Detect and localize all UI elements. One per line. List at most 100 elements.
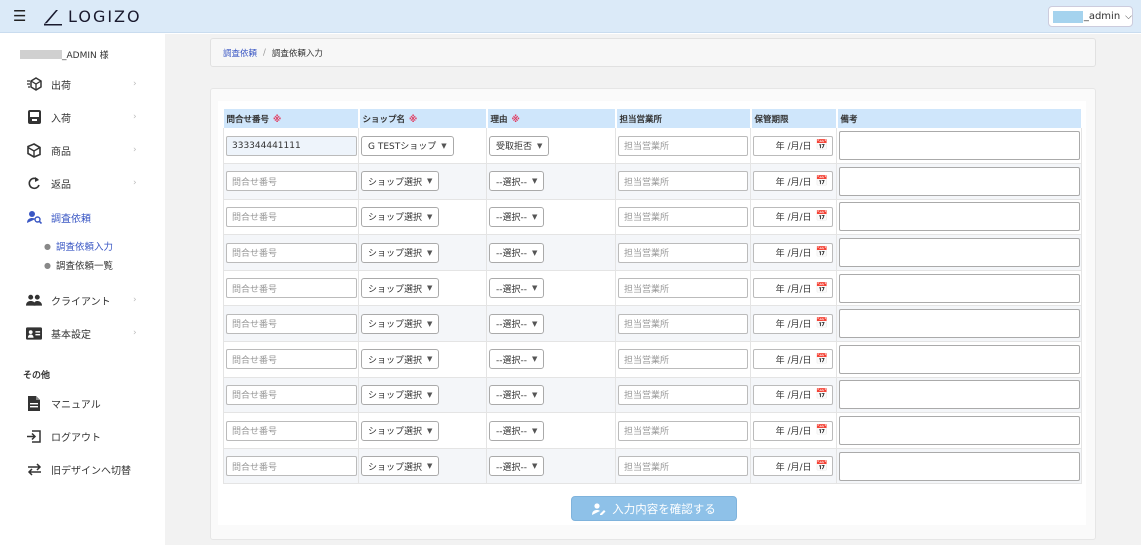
storage-date-input[interactable]: 年 /月/日 📅 xyxy=(753,242,833,263)
office-input[interactable]: 担当営業所 xyxy=(618,420,748,441)
office-input[interactable]: 担当営業所 xyxy=(618,456,748,477)
notes-textarea[interactable] xyxy=(839,344,1080,374)
notes-textarea[interactable] xyxy=(839,451,1080,481)
sidebar-subitem-investigation-list[interactable]: ● 調査依頼一覧 xyxy=(44,258,113,273)
storage-date-input[interactable]: 年 /月/日 📅 xyxy=(753,349,833,370)
office-input[interactable]: 担当営業所 xyxy=(618,278,748,299)
caret-down-icon: ▼ xyxy=(537,141,543,150)
sidebar-item-products[interactable]: 商品 › xyxy=(0,134,165,166)
notes-textarea[interactable] xyxy=(839,202,1080,232)
inquiry-number-input[interactable]: 問合せ番号 xyxy=(226,278,357,299)
sidebar-item-investigation[interactable]: 調査依頼 xyxy=(0,201,165,233)
notes-textarea[interactable] xyxy=(839,273,1080,303)
sidebar-item-label: 調査依頼 xyxy=(51,213,91,225)
inquiry-number-input[interactable]: 問合せ番号 xyxy=(226,384,357,405)
inquiry-number-input[interactable]: 問合せ番号 xyxy=(226,206,357,227)
notes-textarea[interactable] xyxy=(839,416,1080,446)
inquiry-number-input[interactable]: 問合せ番号 xyxy=(226,349,357,370)
shop-select[interactable]: ショップ選択 ▼ xyxy=(361,242,440,263)
storage-date-input[interactable]: 年 /月/日 📅 xyxy=(753,313,833,334)
date-placeholder: 年 /月/日 xyxy=(775,427,812,438)
logo-mark-icon xyxy=(44,9,62,25)
inquiry-number-input[interactable]: 問合せ番号 xyxy=(226,313,357,334)
notes-cell xyxy=(836,234,1082,271)
shop-select[interactable]: ショップ選択 ▼ xyxy=(361,420,440,441)
sidebar-item-receiving[interactable]: 入荷 › xyxy=(0,101,165,133)
inquiry-number-input[interactable]: 問合せ番号 xyxy=(226,242,357,263)
reason-select[interactable]: --選択-- ▼ xyxy=(489,171,545,192)
sidebar-item-switch-design[interactable]: 旧デザインへ切替 xyxy=(0,453,165,485)
date-placeholder: 年 /月/日 xyxy=(775,177,812,188)
column-header-label: 担当営業所 xyxy=(619,114,663,125)
reason-select[interactable]: --選択-- ▼ xyxy=(489,242,545,263)
inquiry-number-input[interactable]: 問合せ番号 xyxy=(226,171,357,192)
calendar-icon[interactable]: 📅 xyxy=(816,211,828,222)
notes-textarea[interactable] xyxy=(839,238,1080,268)
inquiry-number-input[interactable]: 問合せ番号 xyxy=(226,420,357,441)
date-cell: 年 /月/日 📅 xyxy=(750,412,837,449)
storage-date-input[interactable]: 年 /月/日 📅 xyxy=(753,384,833,405)
sidebar-item-manual[interactable]: マニュアル xyxy=(0,387,165,419)
shop-select[interactable]: G TESTショップ ▼ xyxy=(361,135,454,156)
inquiry-cell: 問合せ番号 xyxy=(223,448,359,485)
storage-date-input[interactable]: 年 /月/日 📅 xyxy=(753,171,833,192)
sidebar-item-shipping[interactable]: 出荷 › xyxy=(0,68,165,100)
office-input[interactable]: 担当営業所 xyxy=(618,384,748,405)
inquiry-number-input[interactable]: 333344441111 xyxy=(226,135,357,156)
breadcrumb-parent-link[interactable]: 調査依頼 xyxy=(223,47,257,59)
user-menu[interactable]: _admin ⌵ xyxy=(1048,6,1133,27)
notes-textarea[interactable] xyxy=(839,166,1080,196)
sidebar-item-returns[interactable]: 返品 › xyxy=(0,167,165,199)
office-input[interactable]: 担当営業所 xyxy=(618,242,748,263)
shop-select[interactable]: ショップ選択 ▼ xyxy=(361,313,440,334)
reason-select[interactable]: --選択-- ▼ xyxy=(489,456,545,477)
shop-select[interactable]: ショップ選択 ▼ xyxy=(361,278,440,299)
storage-date-input[interactable]: 年 /月/日 📅 xyxy=(753,206,833,227)
storage-date-input[interactable]: 年 /月/日 📅 xyxy=(753,135,833,156)
calendar-icon[interactable]: 📅 xyxy=(816,176,828,187)
shop-select[interactable]: ショップ選択 ▼ xyxy=(361,349,440,370)
shop-select[interactable]: ショップ選択 ▼ xyxy=(361,171,440,192)
notes-textarea[interactable] xyxy=(839,309,1080,339)
calendar-icon[interactable]: 📅 xyxy=(816,461,828,472)
shop-select[interactable]: ショップ選択 ▼ xyxy=(361,384,440,405)
shop-select[interactable]: ショップ選択 ▼ xyxy=(361,206,440,227)
reason-select[interactable]: --選択-- ▼ xyxy=(489,313,545,334)
reason-select[interactable]: --選択-- ▼ xyxy=(489,420,545,441)
storage-date-input[interactable]: 年 /月/日 📅 xyxy=(753,420,833,441)
office-input[interactable]: 担当営業所 xyxy=(618,313,748,334)
reason-select[interactable]: --選択-- ▼ xyxy=(489,206,545,227)
sidebar-item-basic-settings[interactable]: 基本設定 › xyxy=(0,317,165,349)
reason-select[interactable]: --選択-- ▼ xyxy=(489,384,545,405)
calendar-icon[interactable]: 📅 xyxy=(816,140,828,151)
logo[interactable]: LOGIZO xyxy=(42,7,142,26)
calendar-icon[interactable]: 📅 xyxy=(816,283,828,294)
office-input[interactable]: 担当営業所 xyxy=(618,135,748,156)
calendar-icon[interactable]: 📅 xyxy=(816,354,828,365)
office-input[interactable]: 担当営業所 xyxy=(618,349,748,370)
confirm-input-button[interactable]: 入力内容を確認する xyxy=(571,496,737,521)
inquiry-number-input[interactable]: 問合せ番号 xyxy=(226,456,357,477)
storage-date-input[interactable]: 年 /月/日 📅 xyxy=(753,456,833,477)
notes-textarea[interactable] xyxy=(839,380,1080,410)
notes-textarea[interactable] xyxy=(839,131,1080,161)
storage-date-input[interactable]: 年 /月/日 📅 xyxy=(753,278,833,299)
hamburger-menu-icon[interactable]: ☰ xyxy=(13,9,26,24)
column-header-office: 担当営業所 xyxy=(615,109,752,128)
calendar-icon[interactable]: 📅 xyxy=(816,318,828,329)
office-input[interactable]: 担当営業所 xyxy=(618,206,748,227)
reason-select[interactable]: --選択-- ▼ xyxy=(489,278,545,299)
reason-select-value: --選択-- xyxy=(496,427,527,438)
sidebar-item-logout[interactable]: ログアウト xyxy=(0,420,165,452)
sidebar-subitem-investigation-input[interactable]: ● 調査依頼入力 xyxy=(44,239,113,254)
shop-select[interactable]: ショップ選択 ▼ xyxy=(361,456,440,477)
sidebar-item-clients[interactable]: クライアント › xyxy=(0,284,165,316)
calendar-icon[interactable]: 📅 xyxy=(816,389,828,400)
reason-select[interactable]: 受取拒否 ▼ xyxy=(489,135,550,156)
reason-select[interactable]: --選択-- ▼ xyxy=(489,349,545,370)
return-arrow-icon xyxy=(26,175,42,191)
calendar-icon[interactable]: 📅 xyxy=(816,247,828,258)
office-input[interactable]: 担当営業所 xyxy=(618,171,748,192)
calendar-icon[interactable]: 📅 xyxy=(816,425,828,436)
caret-down-icon: ▼ xyxy=(532,284,538,293)
